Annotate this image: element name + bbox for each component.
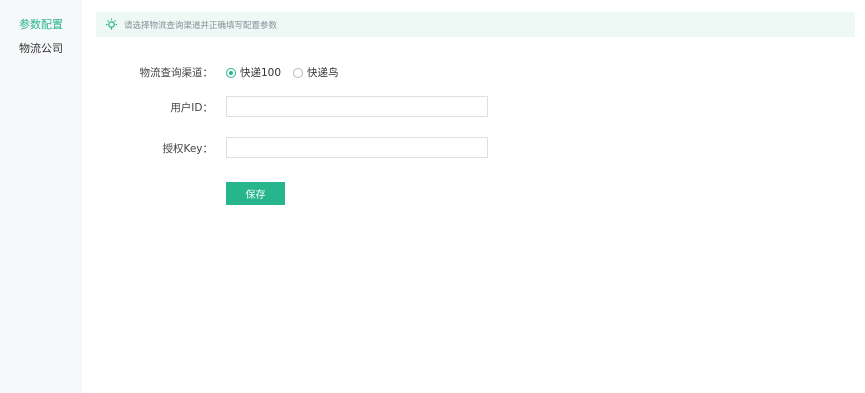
channel-label: 物流查询渠道：	[139, 67, 214, 79]
radio-checked-icon	[226, 67, 236, 78]
radio-kuaidiniao-label: 快递鸟	[307, 67, 339, 79]
sidebar-item-logistics-company[interactable]: 物流公司	[0, 40, 82, 56]
lightbulb-icon	[104, 18, 118, 32]
sidebar: 参数配置 物流公司	[0, 0, 82, 393]
tip-banner: 请选择物流查询渠道并正确填写配置参数	[96, 12, 855, 37]
radio-kuaidi100-label: 快递100	[240, 67, 282, 79]
tip-text: 请选择物流查询渠道并正确填写配置参数	[124, 20, 278, 31]
radio-kuaidiniao[interactable]: 快递鸟	[293, 65, 339, 80]
save-button[interactable]: 保存	[226, 182, 285, 205]
sidebar-item-param-config[interactable]: 参数配置	[0, 16, 82, 32]
user-id-input[interactable]	[226, 96, 488, 117]
channel-radio-group: 快递100 快递鸟	[226, 65, 351, 80]
auth-key-input[interactable]	[226, 137, 488, 158]
auth-key-label: 授权Key：	[162, 143, 213, 155]
user-id-label: 用户ID：	[170, 102, 213, 114]
radio-kuaidi100[interactable]: 快递100	[226, 65, 281, 80]
radio-unchecked-icon	[293, 67, 304, 78]
